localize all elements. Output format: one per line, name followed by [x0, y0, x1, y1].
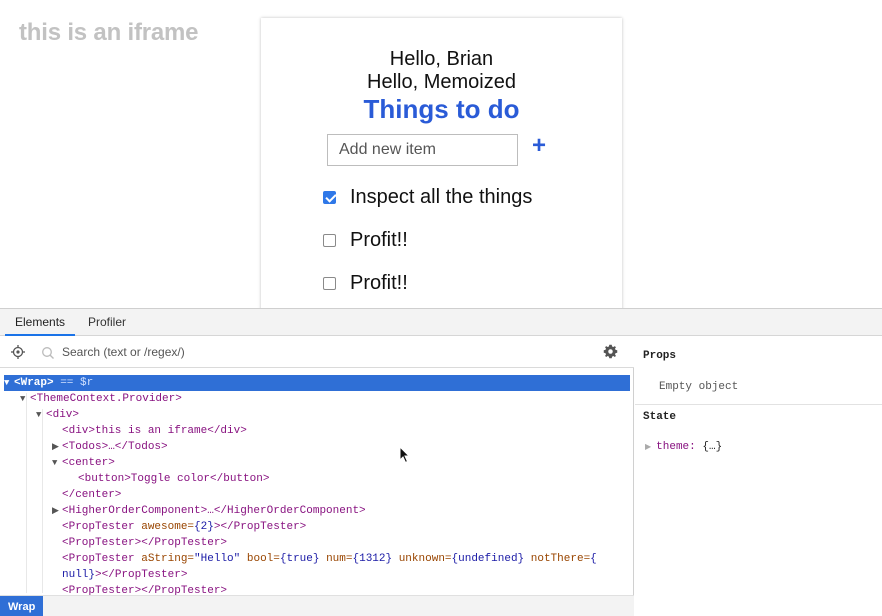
collapsed-triangle-icon[interactable]: ▶ [52, 439, 62, 455]
prop-name: num= [319, 553, 353, 565]
todo-checkbox[interactable] [323, 233, 336, 247]
prop-name: notThere= [524, 553, 591, 565]
todo-item[interactable]: Profit!! [323, 227, 408, 253]
state-key: theme: [656, 441, 696, 453]
todo-checkbox[interactable] [323, 276, 336, 290]
tree-tag: <div>this is an iframe</div> [62, 425, 247, 437]
inspect-element-icon[interactable] [11, 345, 25, 359]
tree-tag: ></PropTester> [95, 569, 188, 581]
tree-tag: <HigherOrderComponent>…</HigherOrderComp… [62, 505, 366, 517]
tree-row[interactable]: </center> [4, 487, 630, 503]
expanded-triangle-icon[interactable]: ▼ [4, 375, 14, 391]
section-divider [635, 404, 882, 405]
prop-value: {1312} [352, 553, 393, 565]
todo-title: Things to do [363, 94, 520, 124]
tree-row[interactable]: ▶ <Todos>…</Todos> [4, 439, 630, 455]
prop-value: "Hello" [194, 553, 241, 565]
props-empty-text: Empty object [659, 381, 739, 393]
search-bar [0, 337, 634, 368]
tree-tag: <PropTester></PropTester> [62, 585, 228, 595]
inspector-pane: Props Empty object State ▶ theme: {…} [635, 337, 882, 616]
gear-icon[interactable] [603, 344, 618, 359]
prop-value: null} [62, 569, 96, 581]
expanded-triangle-icon[interactable]: ▼ [52, 455, 62, 471]
state-theme-row[interactable]: ▶ theme: {…} [645, 441, 722, 453]
tree-row[interactable]: ▶ <HigherOrderComponent>…</HigherOrderCom… [4, 503, 630, 519]
add-item-button[interactable]: + [527, 132, 551, 160]
prop-name: bool= [240, 553, 280, 565]
tree-row[interactable]: <button>Toggle color</button> [4, 471, 630, 487]
prop-name: unknown= [392, 553, 452, 565]
tree-row[interactable]: ▼ <div> [4, 407, 630, 423]
tree-tag: ></PropTester> [213, 521, 307, 533]
elements-tree-pane: ▼<Wrap> == $r ▼<ThemeContext.Provider> ▼… [0, 337, 634, 616]
todo-label: Inspect all the things [350, 185, 533, 208]
tree-row[interactable]: ▼ <center> [4, 455, 630, 471]
todo-label: Profit!! [350, 228, 408, 251]
todo-checkbox[interactable] [323, 190, 336, 204]
iframe-label: this is an iframe [19, 19, 199, 46]
greeting-brian: Hello, Brian [389, 48, 494, 70]
tree-row[interactable]: <PropTester aString="Hello" bool={true} … [4, 551, 630, 567]
breadcrumb-wrap[interactable]: Wrap [0, 596, 44, 616]
tree-tag: <PropTester></PropTester> [62, 537, 228, 549]
collapsed-triangle-icon[interactable]: ▶ [645, 443, 651, 452]
prop-name: awesome= [134, 521, 195, 533]
tree-row[interactable]: <div>this is an iframe</div> [4, 423, 630, 439]
breadcrumb-bar: Wrap [0, 595, 634, 616]
search-input[interactable] [62, 342, 562, 362]
prop-value: {2} [194, 521, 214, 533]
expanded-triangle-icon[interactable]: ▼ [36, 407, 46, 423]
state-value: {…} [702, 441, 723, 453]
props-title: Props [643, 350, 677, 362]
state-title: State [643, 411, 677, 423]
tree-tag: <ThemeContext.Provider> [30, 393, 182, 405]
tree-row[interactable]: <PropTester awesome={2}></PropTester> [4, 519, 630, 535]
tree-tag: <center> [62, 457, 115, 469]
prop-value: {undefined} [451, 553, 525, 565]
react-devtools-panel: Elements Profiler Search (text or /regex… [0, 308, 882, 616]
tree-tag: <PropTester [62, 553, 135, 565]
selected-ref: == $r [53, 377, 94, 389]
component-tree: ▼ <Wrap> == $r ▼ <ThemeContext.Provider> ▼… [0, 375, 634, 595]
tree-tag: <PropTester [62, 521, 135, 533]
todo-app-card: Hello, Brian Hello, Memoized Things to d… [261, 18, 622, 318]
tree-tag: </center> [62, 489, 122, 501]
tree-row[interactable]: <PropTester></PropTester> [4, 535, 630, 551]
tree-row[interactable]: ▼ <ThemeContext.Provider> [4, 391, 630, 407]
tree-tag: <Todos>…</Todos> [62, 441, 168, 453]
devtools-tabbar: Elements Profiler [0, 309, 882, 336]
add-item-input[interactable] [327, 134, 518, 166]
todo-item[interactable]: Inspect all the things [323, 184, 532, 210]
tab-profiler[interactable]: Profiler [88, 309, 126, 336]
expanded-triangle-icon[interactable]: ▼ [20, 391, 30, 407]
tree-row[interactable]: null}></PropTester> [4, 567, 630, 583]
tree-tag: <Wrap> [14, 377, 54, 389]
greeting-memoized: Hello, Memoized [367, 71, 516, 93]
collapsed-triangle-icon[interactable]: ▶ [52, 503, 62, 519]
tree-tag: <div> [46, 409, 80, 421]
tree-row[interactable]: <PropTester></PropTester> [4, 583, 630, 595]
search-icon [42, 347, 54, 359]
prop-value: {true} [279, 553, 320, 565]
todo-label: Profit!! [350, 271, 408, 294]
prop-name: aString= [134, 553, 195, 565]
todo-item[interactable]: Profit!! [323, 270, 408, 296]
prop-value: { [590, 553, 597, 565]
tab-elements[interactable]: Elements [5, 309, 76, 336]
tree-tag: <button>Toggle color</button> [78, 473, 270, 485]
tree-row-wrap[interactable]: ▼ <Wrap> == $r [4, 375, 630, 391]
